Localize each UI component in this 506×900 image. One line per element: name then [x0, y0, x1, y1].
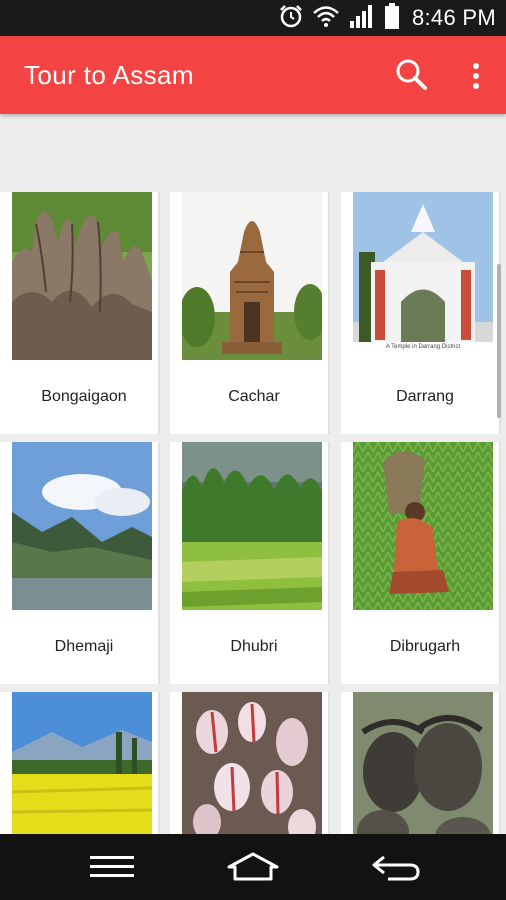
temple-gate-image — [353, 192, 493, 360]
back-icon — [372, 855, 420, 881]
more-vert-icon — [473, 63, 479, 89]
district-image — [12, 442, 152, 610]
district-name: Darrang — [396, 388, 454, 405]
alarm-icon — [278, 3, 304, 34]
district-image — [353, 442, 493, 610]
water-buffalo-image — [353, 692, 493, 834]
green-fields-image — [182, 442, 322, 610]
home-button[interactable] — [213, 842, 293, 892]
district-card-7[interactable] — [0, 692, 160, 834]
home-icon — [227, 852, 279, 881]
district-image — [12, 692, 152, 834]
scrollbar[interactable] — [497, 264, 501, 418]
search-icon — [396, 59, 427, 90]
overflow-menu-button[interactable] — [462, 56, 490, 96]
district-name: Dhubri — [230, 638, 278, 655]
battery-icon — [384, 2, 400, 35]
district-image — [12, 192, 152, 360]
district-image — [182, 192, 322, 360]
district-image: A Temple in Darrang District — [353, 192, 493, 360]
status-bar: 8:46 PM — [0, 0, 506, 36]
district-image — [353, 692, 493, 834]
district-name: Bongaigaon — [41, 388, 127, 405]
tea-picker-image — [353, 442, 493, 610]
district-name: Dibrugarh — [389, 638, 461, 655]
district-card-8[interactable] — [170, 692, 330, 834]
nav-bar — [0, 834, 506, 900]
district-grid-container[interactable]: Bongaigaon Cachar A Temple in Darrang Di… — [0, 114, 506, 834]
app-bar: Tour to Assam — [0, 36, 506, 114]
menu-button[interactable] — [72, 842, 152, 892]
district-name: Cachar — [228, 388, 280, 405]
wifi-icon — [312, 4, 340, 33]
stone-temple-image — [182, 192, 322, 360]
status-icons: 8:46 PM — [278, 0, 496, 36]
district-image — [182, 692, 322, 834]
district-card-bongaigaon[interactable]: Bongaigaon — [0, 192, 160, 434]
district-card-dibrugarh[interactable]: Dibrugarh — [341, 442, 501, 684]
status-time: 8:46 PM — [411, 5, 496, 30]
mustard-field-image — [12, 692, 152, 834]
district-card-dhubri[interactable]: Dhubri — [170, 442, 330, 684]
signal-icon — [348, 3, 376, 34]
rock-formation-image — [12, 192, 152, 360]
district-image — [182, 442, 322, 610]
app-title: Tour to Assam — [24, 60, 194, 90]
search-button[interactable] — [392, 56, 432, 96]
district-card-cachar[interactable]: Cachar — [170, 192, 330, 434]
district-card-9[interactable] — [341, 692, 501, 834]
district-card-darrang[interactable]: A Temple in Darrang District Darrang — [341, 192, 501, 434]
river-mountains-image — [12, 442, 152, 610]
district-card-dhemaji[interactable]: Dhemaji — [0, 442, 160, 684]
back-button[interactable] — [356, 842, 436, 892]
flamingos-image — [182, 692, 322, 834]
district-name: Dhemaji — [54, 638, 114, 655]
menu-icon — [90, 856, 134, 877]
image-caption: A Temple in Darrang District — [385, 344, 461, 350]
